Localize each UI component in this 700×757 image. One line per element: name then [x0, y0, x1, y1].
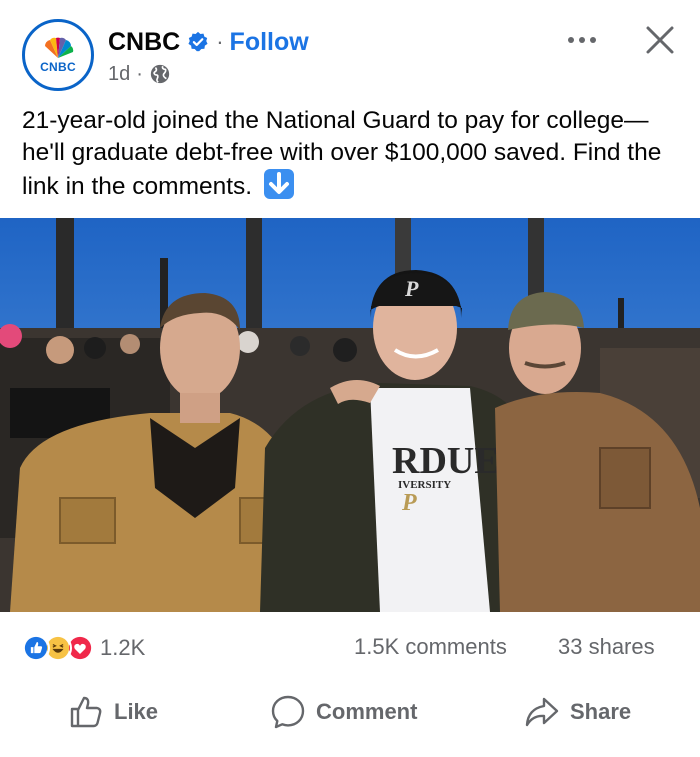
stadium-photo: RDUE IVERSITY P P — [0, 218, 700, 612]
close-icon — [646, 26, 674, 54]
post-photo[interactable]: RDUE IVERSITY P P — [0, 218, 700, 612]
hoodie-text: RDUE — [392, 440, 500, 482]
verified-badge-icon — [188, 31, 208, 52]
close-button[interactable] — [640, 20, 680, 60]
hoodie-logo: P — [401, 490, 417, 516]
like-button[interactable]: Like — [68, 686, 158, 738]
reactions-summary[interactable]: 1.2K — [22, 634, 145, 662]
like-label: Like — [114, 699, 159, 724]
author-row: CNBC · Follow — [108, 24, 309, 60]
post-caption: 21-year-old joined the National Guard to… — [22, 105, 682, 203]
comment-bubble-icon — [271, 695, 305, 729]
post-header: CNBC CNBC · Follow 1d · — [0, 0, 700, 100]
follow-button[interactable]: Follow — [230, 28, 309, 57]
engagement-stats: 1.2K 1.5K comments 33 shares — [0, 620, 700, 676]
comment-button[interactable]: Comment — [270, 686, 417, 738]
comments-count[interactable]: 1.5K comments — [354, 634, 507, 660]
avatar-logo-text: CNBC — [40, 59, 76, 74]
thumbs-up-icon — [70, 696, 102, 728]
share-arrow-icon — [525, 697, 559, 727]
post-meta: 1d · — [108, 60, 171, 88]
hat-logo: P — [404, 276, 419, 301]
comment-label: Comment — [316, 699, 418, 724]
like-reaction-icon — [22, 634, 50, 662]
globe-icon — [150, 64, 170, 84]
more-horizontal-icon — [568, 37, 596, 43]
reaction-count: 1.2K — [100, 635, 146, 660]
down-arrow-emoji-icon — [263, 169, 294, 199]
shares-count[interactable]: 33 shares — [558, 634, 655, 660]
page-avatar[interactable]: CNBC — [22, 19, 94, 91]
page-name[interactable]: CNBC — [108, 28, 180, 57]
caption-text: 21-year-old joined the National Guard to… — [22, 107, 662, 200]
post-actions: Like Comment Share — [0, 686, 700, 738]
header-separator: · — [216, 29, 224, 54]
peacock-logo-icon — [44, 37, 74, 58]
share-button[interactable]: Share — [524, 686, 631, 738]
share-label: Share — [570, 699, 632, 724]
more-options-button[interactable] — [564, 22, 600, 58]
post-timestamp[interactable]: 1d — [108, 63, 130, 86]
meta-separator: · — [136, 62, 143, 85]
